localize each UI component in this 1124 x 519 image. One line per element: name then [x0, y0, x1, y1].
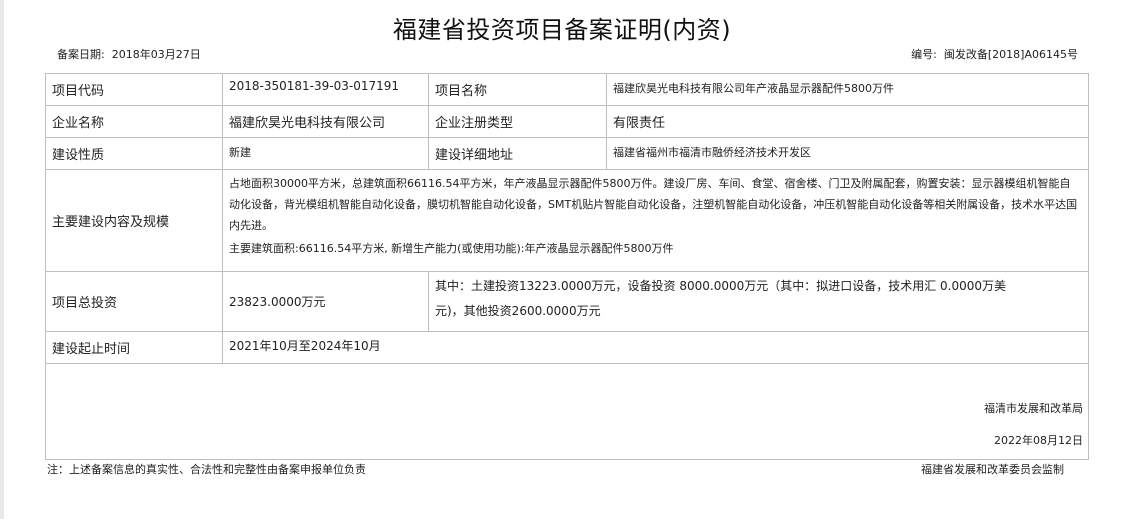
- record-date: 备案日期: 2018年03月27日: [57, 46, 201, 62]
- investment-detail-text: 其中：土建投资13223.0000万元，设备投资 8000.0000万元（其中：…: [435, 279, 1007, 318]
- project-code-label: 项目代码: [45, 73, 223, 106]
- record-number: 编号: 闽发改备[2018]A06145号: [911, 46, 1078, 62]
- company-label: 企业名称: [45, 105, 223, 138]
- project-name-label: 项目名称: [428, 73, 607, 106]
- investment-total: 23823.0000万元: [222, 271, 429, 332]
- document-title: 福建省投资项目备案证明(内资): [392, 16, 732, 44]
- footer-note: 注：上述备案信息的真实性、合法性和完整性由备案申报单位负责: [47, 463, 366, 476]
- record-date-label: 备案日期:: [57, 48, 105, 61]
- row-investment: 项目总投资 23823.0000万元 其中：土建投资13223.0000万元，设…: [45, 271, 1089, 332]
- row-project-code: 项目代码 2018-350181-39-03-017191 项目名称 福建欣昊光…: [45, 73, 1089, 106]
- company-value: 福建欣昊光电科技有限公司: [222, 105, 429, 138]
- row-nature: 建设性质 新建 建设详细地址 福建省福州市福清市融侨经济技术开发区: [45, 137, 1089, 170]
- project-name-value: 福建欣昊光电科技有限公司年产液晶显示器配件5800万件: [606, 73, 1089, 106]
- row-period: 建设起止时间 2021年10月至2024年10月: [45, 331, 1089, 364]
- record-number-label: 编号:: [911, 48, 937, 61]
- issuing-office: 福清市发展和改革局: [984, 402, 1083, 415]
- scope-text: 占地面积30000平方米，总建筑面积66116.54平方米，年产液晶显示器配件5…: [229, 177, 1078, 232]
- row-signature: 福清市发展和改革局 2022年08月12日: [45, 363, 1089, 460]
- signature-cell: 福清市发展和改革局 2022年08月12日: [45, 363, 1089, 460]
- record-number-value: 闽发改备[2018]A06145号: [943, 48, 1078, 61]
- nature-label: 建设性质: [45, 137, 223, 170]
- row-company: 企业名称 福建欣昊光电科技有限公司 企业注册类型 有限责任: [45, 105, 1089, 138]
- investment-detail: 其中：土建投资13223.0000万元，设备投资 8000.0000万元（其中：…: [428, 271, 1089, 332]
- reg-type-value: 有限责任: [606, 105, 1089, 138]
- address-value: 福建省福州市福清市融侨经济技术开发区: [606, 137, 1089, 170]
- investment-label: 项目总投资: [45, 271, 223, 332]
- signature-date: 2022年08月12日: [994, 434, 1083, 447]
- nature-value: 新建: [222, 137, 429, 170]
- period-value: 2021年10月至2024年10月: [222, 331, 1089, 364]
- footer-supervisor: 福建省发展和改革委员会监制: [921, 463, 1064, 476]
- record-table: 项目代码 2018-350181-39-03-017191 项目名称 福建欣昊光…: [45, 73, 1089, 460]
- row-scope: 主要建设内容及规模 占地面积30000平方米，总建筑面积66116.54平方米，…: [45, 169, 1089, 272]
- scope-summary: 主要建筑面积:66116.54平方米, 新增生产能力(或使用功能):年产液晶显示…: [229, 242, 674, 255]
- record-date-value: 2018年03月27日: [111, 48, 201, 61]
- scope-label: 主要建设内容及规模: [45, 169, 223, 272]
- left-edge-strip: [0, 0, 4, 519]
- reg-type-label: 企业注册类型: [428, 105, 607, 138]
- scope-content: 占地面积30000平方米，总建筑面积66116.54平方米，年产液晶显示器配件5…: [222, 169, 1089, 272]
- project-code-value: 2018-350181-39-03-017191: [222, 73, 429, 106]
- period-label: 建设起止时间: [45, 331, 223, 364]
- address-label: 建设详细地址: [428, 137, 607, 170]
